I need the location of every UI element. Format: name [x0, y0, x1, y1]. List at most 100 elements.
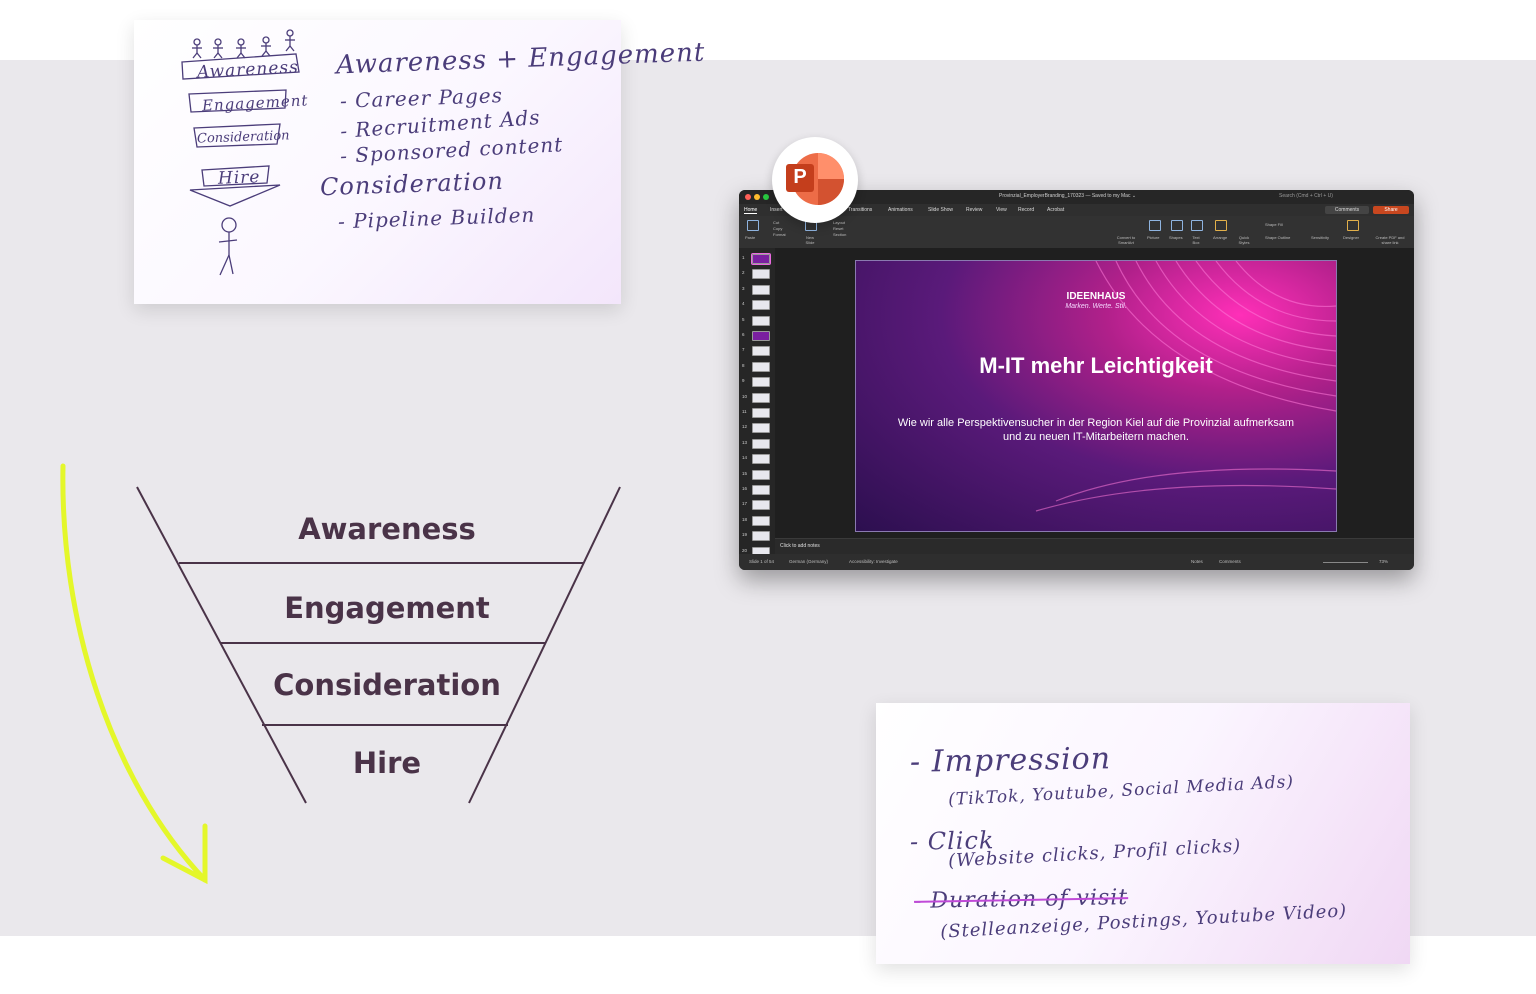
slide-thumbnail[interactable]: 18 [739, 514, 775, 528]
slide-thumbnail-number: 16 [742, 486, 748, 491]
paste-button[interactable]: Paste [745, 235, 755, 240]
slide-thumbnail-image[interactable] [752, 346, 770, 357]
slide-thumbnail[interactable]: 11 [739, 406, 775, 420]
share-button[interactable]: Share [1373, 206, 1409, 214]
format-painter-button[interactable]: Format [773, 232, 786, 237]
shapes-button[interactable]: Shapes [1169, 235, 1183, 240]
slide-thumbnail[interactable]: 16 [739, 483, 775, 497]
slide-thumbnail-image[interactable] [752, 423, 770, 434]
zoom-window-button[interactable] [763, 194, 769, 200]
create-pdf-button[interactable]: Create PDF and share link [1373, 235, 1407, 245]
slide-thumbnail[interactable]: 5 [739, 314, 775, 328]
slide-logo-tagline: Marken. Werte. Stil. [1065, 303, 1127, 310]
shape-fill-button[interactable]: Shape Fill [1265, 222, 1283, 227]
notes-placeholder[interactable]: Click to add notes [780, 543, 820, 549]
slide-thumbnail-number: 18 [742, 516, 748, 522]
slide-thumbnail-image[interactable] [752, 331, 770, 341]
tab-animations[interactable]: Animations [888, 207, 913, 213]
slide-thumbnail-image[interactable] [752, 454, 770, 465]
notes-pane[interactable]: Click to add notes [775, 538, 1414, 555]
designer-button[interactable]: Designer [1343, 235, 1359, 240]
tab-record[interactable]: Record [1018, 207, 1034, 213]
picture-button[interactable]: Picture [1147, 235, 1159, 240]
powerpoint-icon [786, 153, 844, 205]
slide-thumbnail-image[interactable] [752, 300, 770, 311]
slide-thumbnail-image[interactable] [752, 315, 770, 326]
slide-thumbnail[interactable]: 14 [739, 452, 775, 466]
slide-thumbnail[interactable]: 9 [739, 375, 775, 389]
text-box-icon[interactable] [1191, 220, 1203, 231]
comments-button[interactable]: Comments [1325, 206, 1369, 214]
text-box-button[interactable]: Text Box [1189, 235, 1203, 245]
search-box[interactable]: Search (Cmd + Ctrl + U) [1279, 193, 1333, 199]
slide-subtitle[interactable]: Wie wir alle Perspektivensucher in der R… [896, 416, 1296, 444]
shape-outline-button[interactable]: Shape Outline [1265, 235, 1290, 240]
sensitivity-button[interactable]: Sensitivity [1311, 235, 1329, 240]
slide-thumbnail[interactable]: 12 [739, 421, 775, 435]
language-status[interactable]: German (Germany) [789, 559, 828, 564]
slide-thumbnail-number: 2 [742, 270, 745, 276]
zoom-slider[interactable] [1323, 562, 1368, 563]
slide-thumbnail-image[interactable] [752, 269, 770, 280]
slide-count: Slide 1 of 54 [749, 559, 775, 564]
slide-thumbnail-image[interactable] [752, 408, 770, 418]
arrange-button[interactable]: Arrange [1213, 235, 1227, 240]
slide-thumbnail[interactable]: 13 [739, 437, 775, 451]
tab-home[interactable]: Home [744, 207, 758, 214]
minimize-window-button[interactable] [754, 194, 760, 200]
slide-thumbnail-image[interactable] [752, 500, 770, 511]
slide-thumbnail-image[interactable] [752, 531, 770, 542]
slide-thumbnail[interactable]: 4 [739, 298, 775, 312]
powerpoint-badge: P [772, 137, 858, 223]
funnel-stage-awareness: Awareness [298, 512, 476, 546]
paste-icon[interactable] [747, 220, 759, 231]
powerpoint-window: Provinzial_EmployerBranding_170323 — Sav… [739, 190, 1414, 570]
notes-toggle[interactable]: Notes [1191, 559, 1203, 564]
status-bar: Slide 1 of 54 German (Germany) Accessibi… [739, 554, 1414, 570]
slide-thumbnail-image[interactable] [752, 284, 770, 295]
slide-thumbnail-image[interactable] [752, 392, 770, 403]
tab-slide-show[interactable]: Slide Show [928, 207, 953, 213]
arrange-icon[interactable] [1215, 220, 1227, 231]
new-slide-button[interactable]: New Slide [803, 235, 817, 245]
accessibility-status[interactable]: Accessibility: Investigate [849, 559, 898, 564]
tab-review[interactable]: Review [966, 207, 982, 213]
slide-thumbnail-image[interactable] [752, 515, 770, 526]
slide-thumbnail-image[interactable] [752, 485, 770, 495]
slide-title[interactable]: M-IT mehr Leichtigkeit [856, 353, 1336, 379]
slide-thumbnail[interactable]: 15 [739, 468, 775, 482]
slide-thumbnails-pane: 1 2 3 4 5 6 7 8 9 10 11 12 13 14 15 16 17 18 19 20 [739, 248, 775, 562]
slide-thumbnail[interactable]: 10 [739, 391, 775, 405]
section-button[interactable]: Section [833, 232, 846, 237]
slide-thumbnail[interactable]: 8 [739, 360, 775, 374]
tab-acrobat[interactable]: Acrobat [1047, 207, 1064, 213]
shapes-icon[interactable] [1171, 220, 1183, 231]
slide-thumbnail[interactable]: 2 [739, 267, 775, 281]
slide-thumbnail[interactable]: 7 [739, 344, 775, 358]
slide-thumbnail[interactable]: 1 [739, 252, 775, 266]
tab-view[interactable]: View [996, 207, 1007, 213]
slide-thumbnail-image[interactable] [752, 469, 770, 480]
slide-thumbnail[interactable]: 17 [739, 498, 775, 512]
comments-toggle[interactable]: Comments [1219, 559, 1241, 564]
designer-icon[interactable] [1347, 220, 1359, 231]
close-window-button[interactable] [745, 194, 751, 200]
slide-thumbnail-image[interactable] [752, 361, 770, 372]
picture-icon[interactable] [1149, 220, 1161, 231]
slide-thumbnail-image[interactable] [752, 377, 770, 388]
slide-thumbnail-number: 6 [742, 332, 745, 337]
metrics-sketch-card: - Impression (TikTok, Youtube, Social Me… [876, 703, 1410, 964]
reset-button[interactable]: Reset [833, 226, 843, 231]
slide-thumbnail[interactable]: 6 [739, 329, 775, 343]
slide-thumbnail[interactable]: 19 [739, 529, 775, 543]
slide-thumbnail[interactable]: 3 [739, 283, 775, 297]
slide-thumbnail-number: 19 [742, 532, 748, 538]
slide-thumbnail-image[interactable] [751, 253, 771, 265]
quick-styles-button[interactable]: Quick Styles [1237, 235, 1251, 245]
slide-thumbnail-image[interactable] [752, 438, 770, 449]
convert-smartart-button[interactable]: Convert to SmartArt [1113, 235, 1139, 245]
zoom-level[interactable]: 73% [1379, 559, 1388, 564]
slide-editor[interactable]: IDEENHAUS Marken. Werte. Stil. M-IT mehr… [855, 260, 1337, 532]
copy-button[interactable]: Copy [773, 226, 782, 231]
slide-thumbnail-number: 8 [742, 362, 745, 368]
